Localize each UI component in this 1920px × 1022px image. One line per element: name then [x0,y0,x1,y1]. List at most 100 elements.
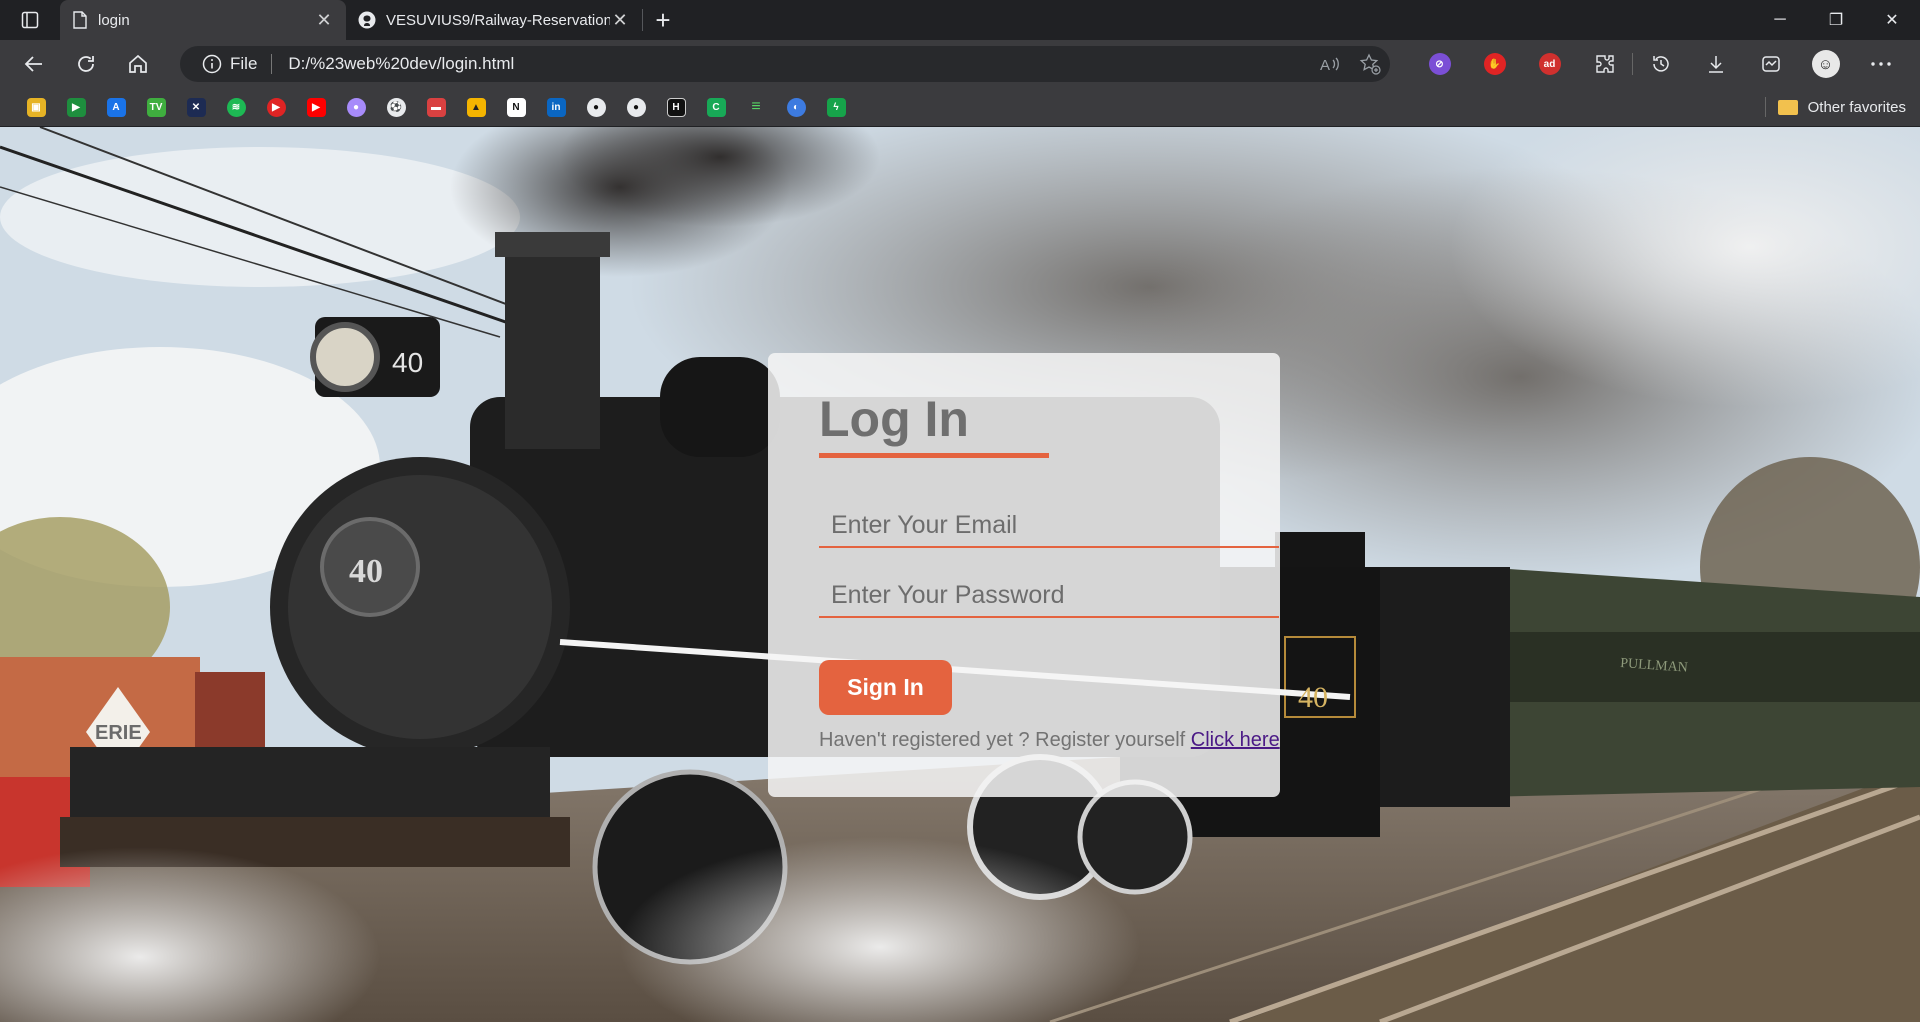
address-divider [271,54,273,74]
extensions-button[interactable] [1577,40,1632,88]
favorite-github-2[interactable]: ● [616,88,656,126]
puzzle-icon [1595,55,1614,73]
performance-button[interactable] [1743,40,1798,88]
other-favorites-label: Other favorites [1807,98,1906,116]
minimize-button[interactable]: ─ [1752,0,1808,40]
window-controls: ─ ❐ ✕ [1752,0,1920,40]
home-icon [129,54,147,73]
extension-stop-button[interactable]: ✋ [1467,40,1522,88]
site-label: File [230,54,258,73]
browser-toolbar: File D:/%23web%20dev/login.html A ⊘ ✋ ad [0,40,1920,88]
site-info-button[interactable]: File [202,54,257,74]
image-icon: ▲ [466,97,486,117]
favorite-spotify[interactable]: ≋ [216,88,256,126]
favorite-tv[interactable]: TV [136,88,176,126]
adblock-icon: ad [1538,53,1561,75]
c-icon: C [706,97,726,117]
favorite-hackerrank[interactable]: H [656,88,696,126]
address-bar[interactable]: File D:/%23web%20dev/login.html A [180,46,1390,82]
headlamp-number: 40 [392,347,423,378]
favorite-notion[interactable]: N [496,88,536,126]
spotify-icon: ≋ [226,97,246,117]
bus-icon: ▬ [426,97,446,117]
favorite-youtube[interactable]: ▶ [296,88,336,126]
favorite-c[interactable]: C [696,88,736,126]
favorite-football[interactable]: ⚽ [376,88,416,126]
sign-in-button[interactable]: Sign In [819,660,952,715]
history-button[interactable] [1633,40,1688,88]
meet-icon: ▶ [66,97,86,117]
other-favorites-button[interactable]: Other favorites [1777,88,1906,126]
page-viewport: 40 40 40 ERIE PULLMAN Log In Sign In Hav… [0,127,1920,1022]
favorite-github[interactable]: ● [576,88,616,126]
add-favorite-button[interactable] [1350,53,1390,75]
hand-stop-icon: ✋ [1483,53,1506,75]
profile-button[interactable]: ☺ [1798,40,1853,88]
page-title: Log In [819,391,969,447]
favorite-globe[interactable]: ◐ [776,88,816,126]
play-circle-icon: ▶ [266,97,286,117]
login-card: Log In Sign In Haven't registered yet ? … [768,353,1280,797]
register-link[interactable]: Click here [1191,729,1280,751]
tab-github[interactable]: VESUVIUS9/Railway-Reservation ✕ [346,0,642,40]
close-tab-icon[interactable]: ✕ [610,10,630,31]
page-icon [73,11,87,29]
close-tab-icon[interactable]: ✕ [314,10,334,31]
tab-title: VESUVIUS9/Railway-Reservation [386,11,610,29]
extension-privacy-button[interactable]: ⊘ [1412,40,1467,88]
youtube-icon: ▶ [306,97,326,117]
tab-actions-button[interactable] [0,0,60,40]
favorite-profile[interactable]: ● [336,88,376,126]
settings-menu-button[interactable] [1853,40,1908,88]
back-arrow-icon [24,56,42,72]
more-icon [1870,62,1891,66]
register-prompt: Haven't registered yet ? Register yourse… [819,729,1280,752]
favorite-linkedin[interactable]: in [536,88,576,126]
reload-button[interactable] [60,40,112,88]
new-tab-button[interactable]: + [643,0,683,40]
privacy-icon: ⊘ [1428,53,1451,75]
folder-icon [1777,99,1798,115]
home-button[interactable] [112,40,164,88]
tab-login[interactable]: login ✕ [60,0,346,40]
back-button[interactable] [8,40,60,88]
downloads-button[interactable] [1688,40,1743,88]
github-icon [358,11,376,29]
reload-icon [78,56,94,72]
favorite-meet[interactable]: ▶ [56,88,96,126]
favorite-contacts[interactable]: ▣ [16,88,56,126]
favorite-bolt[interactable]: ϟ [816,88,856,126]
contacts-icon: ▣ [26,97,46,117]
read-aloud-icon: A [1320,57,1339,74]
tv-icon: TV [146,97,166,117]
favorite-player[interactable]: ▶ [256,88,296,126]
favorite-x[interactable]: ✕ [176,88,216,126]
hackerrank-icon: H [666,97,686,117]
register-text: Haven't registered yet ? Register yourse… [819,729,1191,751]
title-underline [819,453,1049,458]
tender-number: 40 [1298,681,1328,714]
svg-text:A: A [1320,57,1330,74]
profile-pic-icon: ● [346,97,366,117]
close-window-button[interactable]: ✕ [1864,0,1920,40]
star-add-icon [1359,53,1381,75]
toolbar-extensions: ⊘ ✋ ad ☺ [1412,40,1908,88]
tab-strip: login ✕ VESUVIUS9/Railway-Reservation ✕ … [0,0,1920,40]
url-text[interactable]: D:/%23web%20dev/login.html [288,54,1310,74]
notion-icon: N [506,97,526,117]
favorite-bus[interactable]: ▬ [416,88,456,126]
football-icon: ⚽ [386,97,406,117]
info-icon [202,54,222,74]
tab-title: login [98,11,130,29]
email-input[interactable] [819,504,1279,548]
stripes-icon: ≡ [751,98,761,115]
read-aloud-button[interactable]: A [1310,54,1350,74]
extension-adblock-button[interactable]: ad [1522,40,1577,88]
restore-button[interactable]: ❐ [1808,0,1864,40]
favorites-separator [1765,97,1766,117]
favorite-a[interactable]: A [96,88,136,126]
favorite-images[interactable]: ▲ [456,88,496,126]
history-icon [1652,56,1669,72]
password-input[interactable] [819,574,1279,618]
favorite-stripes[interactable]: ≡ [736,88,776,126]
